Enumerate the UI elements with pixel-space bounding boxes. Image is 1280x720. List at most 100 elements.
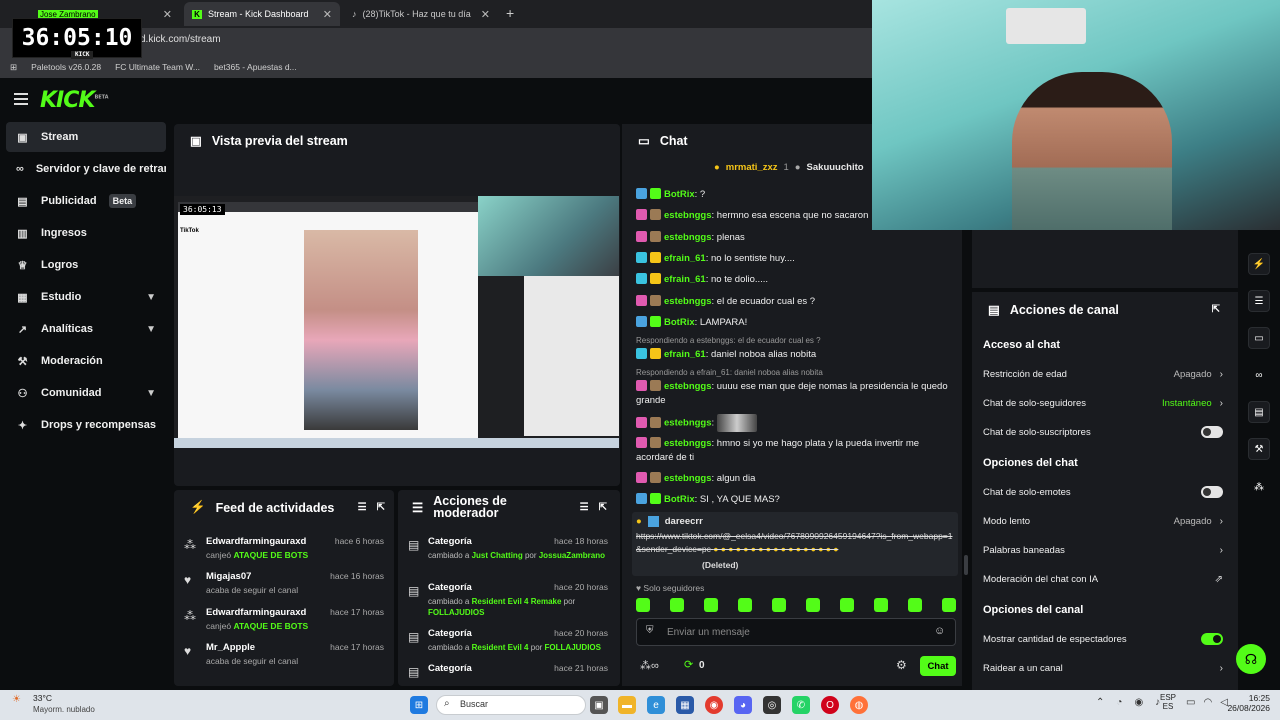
- monitor-icon[interactable]: ▭: [1186, 697, 1195, 708]
- lightning-icon[interactable]: ⚡: [1248, 253, 1270, 275]
- emote-icon[interactable]: [840, 598, 854, 612]
- wrench-icon[interactable]: ⚒: [1248, 438, 1270, 460]
- emote-icon[interactable]: [670, 598, 684, 612]
- channel-setting-row[interactable]: Modo lento Apagado ›: [983, 511, 1223, 531]
- sidebar-item-server-key[interactable]: ∞ Servidor y clave de retransmisión: [6, 154, 166, 184]
- toggle-switch[interactable]: [1201, 633, 1223, 645]
- filter-icon[interactable]: ☰: [358, 502, 367, 513]
- sidebar-item-analytics[interactable]: ↗ Analíticas ▼: [6, 314, 166, 344]
- emoji-icon[interactable]: ☺: [934, 625, 945, 637]
- chat-username[interactable]: estebnggs: [664, 296, 712, 307]
- network-icon[interactable]: ◔: [1116, 697, 1122, 708]
- apps-icon[interactable]: ⊞: [10, 62, 17, 73]
- channel-setting-row[interactable]: Raidear a un canal ›: [983, 658, 1223, 678]
- close-icon[interactable]: ✕: [323, 8, 332, 21]
- chevron-up-icon[interactable]: ⌃: [1096, 697, 1104, 708]
- chat-message[interactable]: BotRix: ?: [636, 188, 956, 202]
- close-icon[interactable]: ✕: [481, 8, 490, 21]
- language-indicator[interactable]: ESP ES: [1160, 693, 1176, 711]
- mod-action-row[interactable]: ▤ Categoría hace 21 horas: [408, 663, 608, 685]
- sidebar-item-studio[interactable]: ▦ Estudio ▼: [6, 282, 166, 312]
- weather-icon[interactable]: ☀: [12, 694, 21, 705]
- chat-message[interactable]: estebnggs: uuuu ese man que deje nomas l…: [636, 380, 956, 408]
- chat-username[interactable]: BotRix: [664, 494, 695, 505]
- opera-icon[interactable]: O: [821, 696, 839, 714]
- emote-icon[interactable]: [636, 598, 650, 612]
- windows-start-icon[interactable]: ⊞: [410, 696, 428, 714]
- filter-icon[interactable]: ☰: [580, 502, 589, 513]
- feed-item[interactable]: ♥ Migajas07 acaba de seguir el canal hace 1…: [184, 571, 384, 611]
- bookmark-1[interactable]: Paletools v26.0.28: [31, 62, 101, 72]
- send-chat-button[interactable]: Chat: [920, 656, 956, 676]
- chat-username[interactable]: estebnggs: [664, 210, 712, 221]
- sidebar-item-community[interactable]: ⚇ Comunidad ▼: [6, 378, 166, 408]
- stream-preview-video[interactable]: 36:05:13 TikTok: [174, 196, 619, 448]
- chat-message[interactable]: estebnggs:: [636, 414, 956, 432]
- mod-action-row[interactable]: ▤ Categoría cambiado a Just Chatting por J…: [408, 536, 608, 582]
- deleted-message-link[interactable]: https://www.tiktok.com/@_eelsa4/video/76…: [636, 530, 954, 556]
- top-user-name[interactable]: mrmati_zxz: [726, 162, 778, 173]
- emote-icon[interactable]: [738, 598, 752, 612]
- emote-icon[interactable]: [772, 598, 786, 612]
- clock[interactable]: 16:25 26/08/2026: [1224, 693, 1270, 713]
- emote-icon[interactable]: [874, 598, 888, 612]
- chat-username[interactable]: efrain_61: [664, 349, 706, 360]
- shield-icon[interactable]: ⛨: [646, 625, 654, 636]
- whatsapp-icon[interactable]: ✆: [792, 696, 810, 714]
- file-explorer-icon[interactable]: ▬: [618, 696, 636, 714]
- chat-message[interactable]: estebnggs: plenas: [636, 231, 956, 245]
- chat-message[interactable]: BotRix: SI , YA QUE MAS?: [636, 493, 956, 507]
- sidebar-item-stream[interactable]: ▣ Stream: [6, 122, 166, 152]
- channel-setting-row[interactable]: Palabras baneadas ›: [983, 540, 1223, 560]
- emote-icon[interactable]: [806, 598, 820, 612]
- chat-username[interactable]: estebnggs: [664, 473, 712, 484]
- deleted-message-user[interactable]: dareecrr: [665, 516, 703, 527]
- chat-username[interactable]: estebnggs: [664, 232, 712, 243]
- sidebar-item-achievements[interactable]: ♕ Logros: [6, 250, 166, 280]
- feed-item[interactable]: ⁂ Edwardfarmingauraxd canjeó ATAQUE DE BOT…: [184, 607, 384, 647]
- obs-icon[interactable]: ◎: [763, 696, 781, 714]
- new-tab-icon[interactable]: +: [506, 5, 514, 21]
- channel-setting-row[interactable]: Chat de solo-emotes: [983, 482, 1223, 502]
- bookmark-2[interactable]: FC Ultimate Team W...: [115, 62, 200, 72]
- task-view-icon[interactable]: ▣: [590, 696, 608, 714]
- chat-message[interactable]: estebnggs: hermno esa escena que no saca…: [636, 209, 956, 223]
- channel-setting-row[interactable]: Mostrar cantidad de espectadores: [983, 629, 1223, 649]
- close-icon[interactable]: ✕: [163, 8, 172, 21]
- link-icon[interactable]: ∞: [1248, 364, 1270, 386]
- chat-username[interactable]: estebnggs: [664, 438, 712, 449]
- gear-icon[interactable]: ⚙: [896, 658, 907, 672]
- emote-icon[interactable]: [942, 598, 956, 612]
- emote-icon[interactable]: [704, 598, 718, 612]
- toggle-switch[interactable]: [1201, 426, 1223, 438]
- edge-icon[interactable]: e: [647, 696, 665, 714]
- chat-message[interactable]: efrain_61: no te dolio.....: [636, 273, 956, 287]
- reply-indicator[interactable]: Respondiendo a estebnggs: el de ecuador …: [636, 336, 821, 345]
- clipboard-icon[interactable]: ▤: [1248, 401, 1270, 423]
- mod-action-row[interactable]: ▤ Categoría cambiado a Resident Evil 4 Rem…: [408, 582, 608, 628]
- popout-icon[interactable]: ⇱: [599, 502, 607, 513]
- chat-message[interactable]: efrain_61: no lo sentiste huy....: [636, 252, 956, 266]
- feed-item[interactable]: ⁂ Edwardfarmingauraxd canjeó ATAQUE DE BOT…: [184, 536, 384, 576]
- browser-tab-3[interactable]: ♪ (28)TikTok - Haz que tu día sea ✕: [344, 2, 498, 26]
- chat-username[interactable]: BotRix: [664, 189, 695, 200]
- channel-setting-row[interactable]: Chat de solo-seguidores Instantáneo ›: [983, 393, 1223, 413]
- chat-message[interactable]: efrain_61: daniel noboa alias nobita: [636, 348, 956, 362]
- chat-message[interactable]: estebnggs: algun dia: [636, 472, 956, 486]
- chrome-icon[interactable]: ◉: [705, 696, 723, 714]
- weather-temp[interactable]: 33°C: [33, 693, 52, 703]
- reply-indicator[interactable]: Respondiendo a efrain_61: daniel noboa a…: [636, 368, 823, 377]
- feed-item[interactable]: ♥ Mr_Appple acaba de seguir el canal hace 1…: [184, 642, 384, 682]
- discord-icon[interactable]: ◕: [734, 696, 752, 714]
- kick-logo[interactable]: KICKBETA: [40, 88, 109, 113]
- top-user-name[interactable]: Sakuuuchito: [807, 162, 864, 173]
- channel-setting-row[interactable]: Moderación del chat con IA ⇗: [983, 569, 1223, 589]
- popout-icon[interactable]: ⇱: [1212, 304, 1220, 315]
- url-text[interactable]: d.kick.com/stream: [140, 34, 221, 45]
- toggle-switch[interactable]: [1201, 486, 1223, 498]
- chat-message[interactable]: estebnggs: hmno si yo me hago plata y la…: [636, 437, 956, 465]
- firefox-icon[interactable]: ◍: [850, 696, 868, 714]
- bookmark-3[interactable]: bet365 - Apuestas d...: [214, 62, 297, 72]
- channel-setting-row[interactable]: Restricción de edad Apagado ›: [983, 364, 1223, 384]
- users-icon[interactable]: ⁂: [1248, 476, 1270, 498]
